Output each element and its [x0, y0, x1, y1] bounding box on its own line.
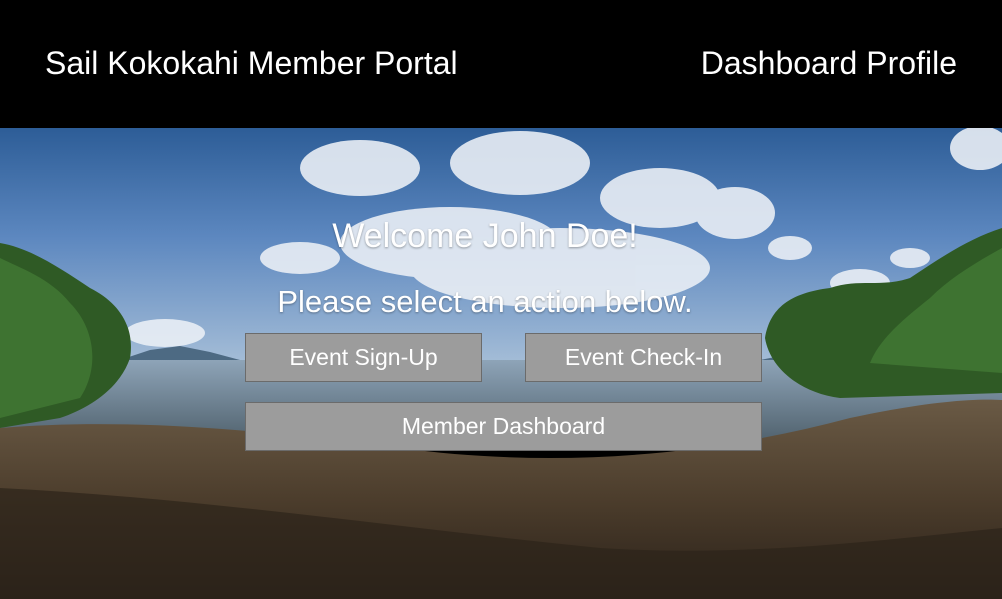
top-nav-bar: Sail Kokokahi Member Portal Dashboard Pr… [0, 0, 1002, 128]
event-checkin-button[interactable]: Event Check-In [525, 333, 762, 382]
member-dashboard-button[interactable]: Member Dashboard [245, 402, 762, 451]
site-title[interactable]: Sail Kokokahi Member Portal [45, 43, 458, 83]
hero-background-image [0, 128, 1002, 599]
action-prompt: Please select an action below. [277, 284, 693, 319]
beach-panorama-illustration [0, 128, 1002, 599]
page: Sail Kokokahi Member Portal Dashboard Pr… [0, 0, 1002, 599]
nav-profile-link[interactable]: Profile [866, 43, 957, 83]
header-nav: Dashboard Profile [701, 43, 957, 83]
nav-dashboard-link[interactable]: Dashboard [701, 43, 858, 83]
event-signup-button[interactable]: Event Sign-Up [245, 333, 482, 382]
welcome-heading: Welcome John Doe! [332, 217, 638, 255]
